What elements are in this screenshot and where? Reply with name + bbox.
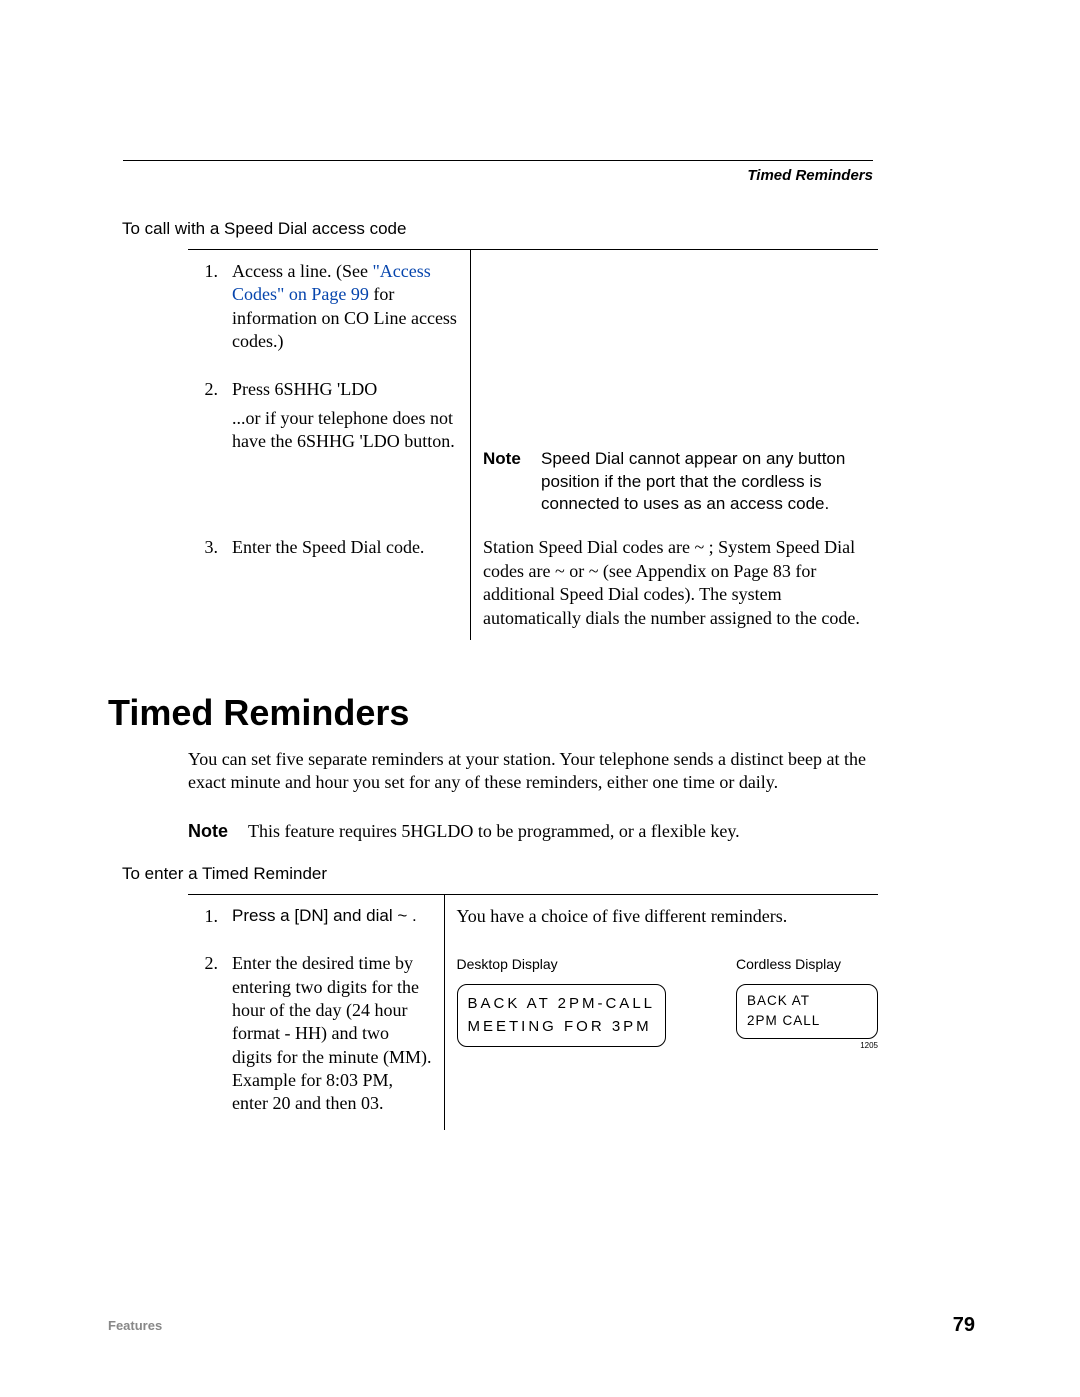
figure-number: 1205 xyxy=(736,1041,878,1050)
desktop-line1: BACK AT 2PM-CALL xyxy=(468,995,656,1012)
table-row: 1. Access a line. (See "Access Codes" on… xyxy=(188,250,878,368)
table-row: 3. Enter the Speed Dial code. Station Sp… xyxy=(188,526,878,640)
footer-left: Features xyxy=(108,1318,162,1333)
timed-reminder-subheading: To enter a Timed Reminder xyxy=(122,864,975,884)
step-body: Press 6SHHG 'LDO ...or if your telephone… xyxy=(232,378,458,454)
feature-note: Note This feature requires 5HGLDO to be … xyxy=(188,821,878,842)
table-row: 2. Press 6SHHG 'LDO ...or if your teleph… xyxy=(188,368,878,527)
desktop-line2: MEETING FOR 3PM xyxy=(468,1018,652,1035)
cordless-line2: 2PM CALL xyxy=(747,1013,820,1028)
right-body: Station Speed Dial codes are ~ ; System … xyxy=(483,536,878,630)
step-text: Access a line. (See xyxy=(232,261,372,281)
step-body: Enter the desired time by entering two d… xyxy=(232,952,432,1116)
step-body: Enter the Speed Dial code. xyxy=(232,536,458,559)
right-body: You have a choice of five different remi… xyxy=(457,905,879,928)
step-body: Access a line. (See "Access Codes" on Pa… xyxy=(232,260,458,354)
step-body: Press a [DN] and dial ~ . xyxy=(232,905,432,928)
page: Timed Reminders To call with a Speed Dia… xyxy=(0,0,1080,1397)
top-rule xyxy=(123,160,873,161)
table-row: 2. Enter the desired time by entering tw… xyxy=(188,942,878,1130)
note-body: This feature requires 5HGLDO to be progr… xyxy=(248,821,740,842)
step-line2: ...or if your telephone does not have th… xyxy=(232,407,458,454)
note-body: Speed Dial cannot appear on any button p… xyxy=(541,448,878,517)
step-number: 3. xyxy=(188,536,232,559)
desktop-display-label: Desktop Display xyxy=(457,956,667,972)
step-number: 1. xyxy=(188,905,232,928)
speed-dial-table: 1. Access a line. (See "Access Codes" on… xyxy=(188,249,878,640)
note-label: Note xyxy=(483,448,541,517)
page-number: 79 xyxy=(953,1314,975,1337)
section-title: Timed Reminders xyxy=(108,692,975,734)
cordless-line1: BACK AT xyxy=(747,993,810,1008)
footer: Features 79 xyxy=(108,1314,975,1337)
table-row: 1. Press a [DN] and dial ~ . You have a … xyxy=(188,895,878,942)
note-label: Note xyxy=(188,821,248,842)
speed-dial-subheading: To call with a Speed Dial access code xyxy=(122,219,975,239)
step-number: 2. xyxy=(188,378,232,454)
cordless-display-box: BACK AT 2PM CALL xyxy=(736,984,878,1039)
step-number: 2. xyxy=(188,952,232,1116)
display-row: Desktop Display BACK AT 2PM-CALL MEETING… xyxy=(457,956,879,1050)
desktop-display-box: BACK AT 2PM-CALL MEETING FOR 3PM xyxy=(457,984,667,1047)
intro-paragraph: You can set five separate reminders at y… xyxy=(188,748,878,795)
step-number: 1. xyxy=(188,260,232,354)
timed-reminder-table: 1. Press a [DN] and dial ~ . You have a … xyxy=(188,894,878,1130)
cordless-display-label: Cordless Display xyxy=(736,956,878,972)
step-line1: Press 6SHHG 'LDO xyxy=(232,378,458,401)
running-header: Timed Reminders xyxy=(123,167,873,184)
